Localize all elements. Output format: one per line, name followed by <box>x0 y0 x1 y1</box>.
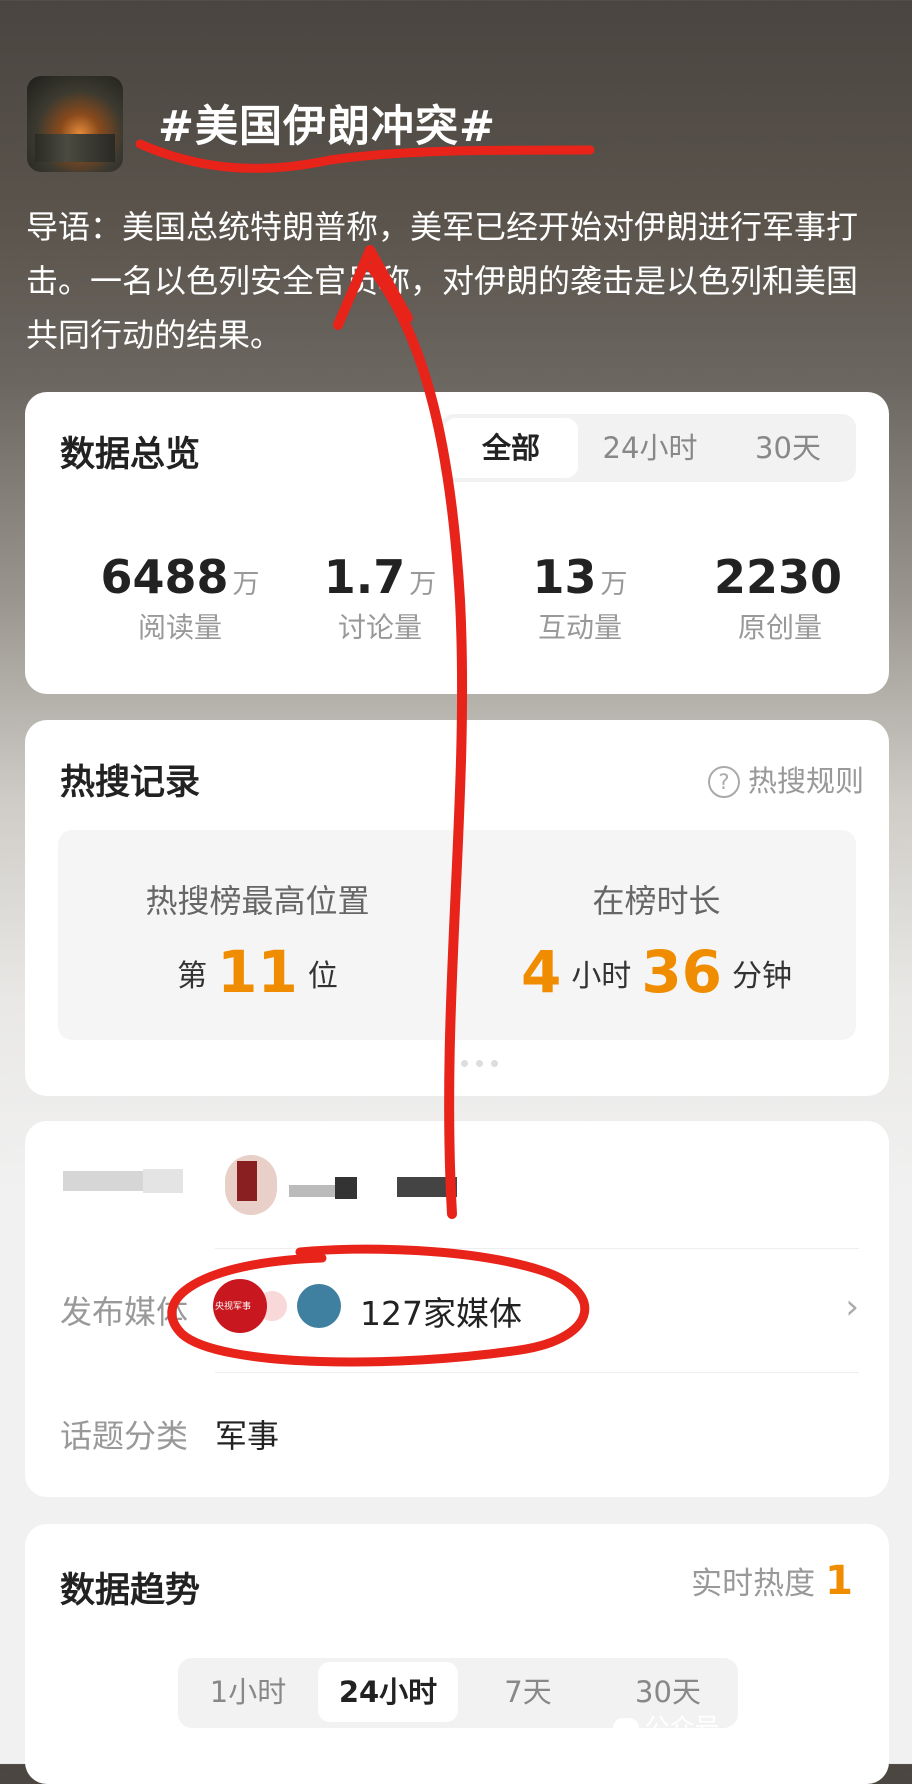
stat-label: 互动量 <box>537 611 622 644</box>
stat-originals: 2230 原创量 <box>680 550 880 646</box>
divider <box>215 1248 859 1249</box>
hot-search-stats-box: 热搜榜最高位置 第 11 位 在榜时长 4 小时 36 分钟 <box>58 830 856 1040</box>
media-logo <box>297 1284 341 1328</box>
duration-hours-unit: 小时 <box>571 959 632 994</box>
stat-unit: 万 <box>600 569 628 600</box>
question-circle-icon: ? <box>707 766 740 798</box>
peak-suffix: 位 <box>307 959 338 994</box>
peak-position: 热搜榜最高位置 第 11 位 <box>58 830 457 1006</box>
duration-minutes: 36 <box>641 938 723 1006</box>
category-label: 话题分类 <box>60 1417 189 1455</box>
category-value: 军事 <box>215 1417 280 1455</box>
stat-unit: 万 <box>232 569 260 600</box>
realtime-label: 实时热度 <box>691 1566 816 1602</box>
overview-card: 数据总览 全部 24小时 30天 6488 万 阅读量 1.7 万 讨论量 13 万 … <box>25 392 889 694</box>
watermark: 公众号 · 新青年1919 <box>612 1708 882 1744</box>
chevron-right-icon[interactable]: › <box>845 1287 859 1327</box>
wechat-icon <box>612 1718 639 1738</box>
media-label: 发布媒体 <box>60 1293 189 1331</box>
hot-search-title: 热搜记录 <box>60 763 201 803</box>
trend-card: 数据趋势 实时热度 1 1小时 24小时 7天 30天 <box>25 1524 889 1784</box>
carousel-dots <box>457 1052 502 1071</box>
topic-title: #美国伊朗冲突# <box>158 102 497 152</box>
duration-label: 在榜时长 <box>592 882 721 920</box>
overview-title: 数据总览 <box>60 435 201 475</box>
stat-value: 13 <box>532 550 597 604</box>
stat-interactions: 13 万 互动量 <box>480 550 680 646</box>
duration-hours: 4 <box>520 938 562 1006</box>
tab-7d[interactable]: 7天 <box>458 1658 598 1726</box>
media-count[interactable]: 127家媒体 <box>360 1287 522 1335</box>
topic-info-card: 发布媒体 央视军事 127家媒体 › 话题分类 军事 <box>25 1121 889 1497</box>
tab-30d[interactable]: 30天 <box>720 414 856 482</box>
stat-discussions: 1.7 万 讨论量 <box>280 550 480 646</box>
media-logo: 央视军事 <box>213 1279 267 1333</box>
tab-all[interactable]: 全部 <box>444 418 578 478</box>
stat-unit: 万 <box>409 569 437 600</box>
topic-thumbnail <box>27 76 123 172</box>
media-logos[interactable]: 央视军事 <box>213 1279 341 1333</box>
on-list-duration: 在榜时长 4 小时 36 分钟 <box>457 830 856 1006</box>
realtime-value: 1 <box>825 1558 853 1604</box>
tab-24h[interactable]: 24小时 <box>580 414 720 482</box>
peak-prefix: 第 <box>177 959 208 994</box>
rules-label: 热搜规则 <box>747 764 864 798</box>
stat-value: 2230 <box>713 550 843 604</box>
hot-search-card: 热搜记录 ? 热搜规则 热搜榜最高位置 第 11 位 在榜时长 4 小时 36 分钟 <box>25 720 889 1096</box>
overview-range-tabs: 全部 24小时 30天 <box>440 414 856 482</box>
stat-reads: 6488 万 阅读量 <box>80 550 280 646</box>
hot-search-rules-link[interactable]: ? 热搜规则 <box>707 758 864 800</box>
stat-label: 讨论量 <box>337 611 422 644</box>
realtime-heat: 实时热度 1 <box>691 1558 853 1604</box>
topic-intro: 导语：美国总统特朗普称，美军已经开始对伊朗进行军事打击。一名以色列安全官员称，对… <box>26 208 859 354</box>
stat-label: 原创量 <box>737 611 822 644</box>
stat-value: 1.7 <box>323 550 406 604</box>
tab-24h[interactable]: 24小时 <box>318 1662 458 1722</box>
stat-value: 6488 <box>100 550 229 604</box>
peak-value: 11 <box>217 938 298 1006</box>
stat-label: 阅读量 <box>137 611 222 644</box>
peak-label: 热搜榜最高位置 <box>145 882 370 920</box>
divider <box>215 1372 859 1373</box>
duration-minutes-unit: 分钟 <box>732 959 793 994</box>
tab-1h[interactable]: 1小时 <box>178 1658 318 1726</box>
trend-title: 数据趋势 <box>60 1571 201 1611</box>
